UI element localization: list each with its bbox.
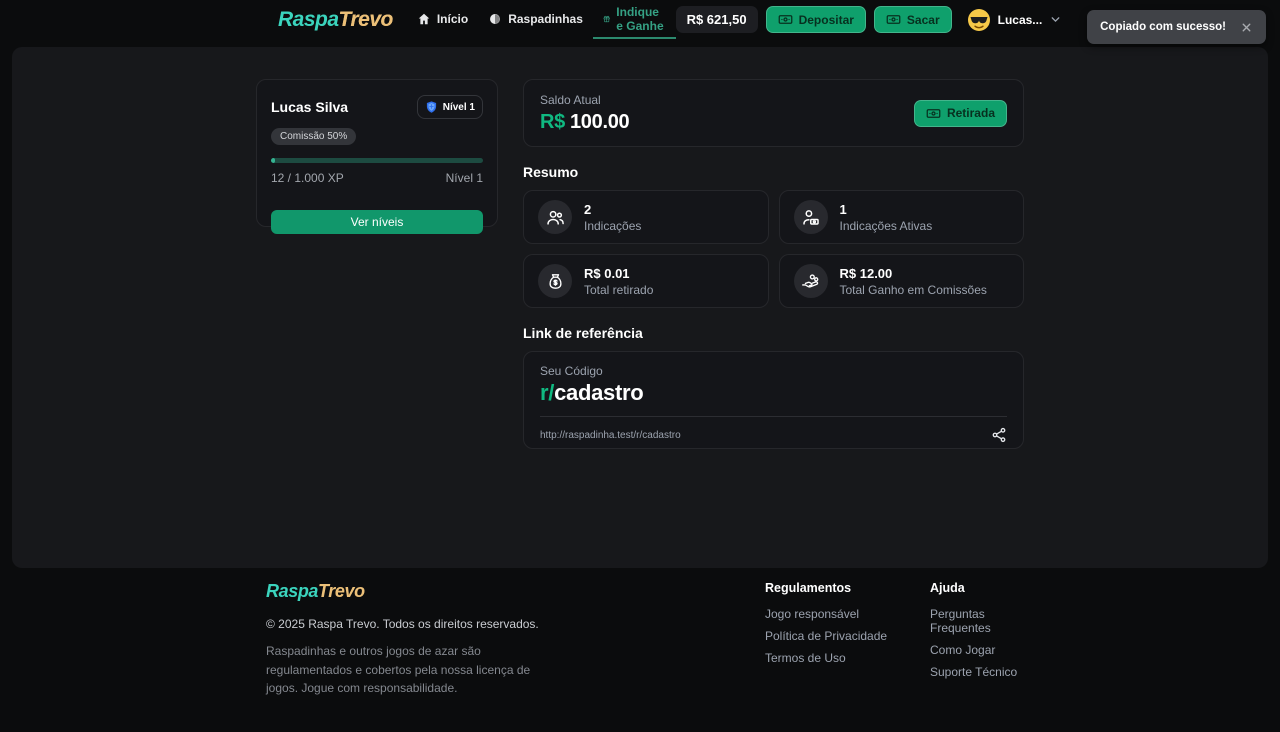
withdrawal-button[interactable]: Retirada [914,100,1007,127]
logo-part-trevo: Trevo [318,581,365,601]
home-icon [417,12,431,26]
stat-card-indicacoes: 2 Indicações [523,190,769,244]
footer-logo: RaspaTrevo [266,581,556,602]
referral-code-prefix: r/ [540,380,554,405]
deposit-button[interactable]: Depositar [766,6,866,33]
footer-link-termos-uso[interactable]: Termos de Uso [765,651,887,665]
toast-notification: Copiado com sucesso! [1087,10,1266,44]
main-panel: Lucas Silva Nível 1 Comissão 50% 12 / 1.… [12,47,1268,568]
withdraw-label: Sacar [907,13,940,27]
footer-link-como-jogar[interactable]: Como Jogar [930,643,1024,657]
footer-link-politica-privacidade[interactable]: Política de Privacidade [765,629,887,643]
nav-item-inicio[interactable]: Início [407,0,478,39]
wallet-balance: R$ 621,50 [676,6,758,33]
level-badge: Nível 1 [417,95,483,119]
xp-text: 12 / 1.000 XP [271,171,344,185]
referral-url: http://raspadinha.test/r/cadastro [540,430,681,441]
profile-card: Lucas Silva Nível 1 Comissão 50% 12 / 1.… [256,79,498,227]
logo-part-raspa: Raspa [266,581,318,601]
header-right-group: R$ 621,50 Depositar Sacar Lucas... [676,0,1063,39]
footer-column-title: Regulamentos [765,581,887,595]
right-column: Saldo Atual R$100.00 Retirada Resumo [523,79,1024,449]
coin-icon [488,12,502,26]
stats-grid: 2 Indicações 1 Indicações Ativas [523,190,1024,308]
brand-logo[interactable]: RaspaTrevo [278,0,393,39]
xp-progress-bar [271,158,483,163]
nav-label: Indique e Ganhe [616,5,665,33]
main-nav: Início Raspadinhas Indique e Ganhe [407,0,676,39]
summary-title: Resumo [523,164,1024,180]
deposit-label: Depositar [799,13,854,27]
referral-code: r/cadastro [540,380,1007,406]
stat-label: Indicações [584,219,641,233]
withdraw-button[interactable]: Sacar [874,6,952,33]
avatar [967,8,991,32]
referral-code-text: cadastro [554,380,643,405]
page-content: Lucas Silva Nível 1 Comissão 50% 12 / 1.… [256,79,1024,449]
stat-value: 1 [840,202,933,217]
nav-label: Raspadinhas [508,12,583,26]
banknote-icon [778,12,793,27]
footer: RaspaTrevo © 2025 Raspa Trevo. Todos os … [0,568,1280,732]
logo-part-raspa: Raspa [278,8,339,32]
money-bag-icon [546,272,565,291]
stat-value: R$ 12.00 [840,266,987,281]
stat-label: Indicações Ativas [840,219,933,233]
view-levels-button[interactable]: Ver níveis [271,210,483,234]
referral-code-label: Seu Código [540,364,1007,378]
banknote-icon [926,106,941,121]
level-text: Nível 1 [446,171,483,185]
banknote-icon [886,12,901,27]
footer-link-suporte-tecnico[interactable]: Suporte Técnico [930,665,1024,679]
stat-label: Total Ganho em Comissões [840,283,987,297]
user-menu[interactable]: Lucas... [967,8,1063,32]
shield-icon [425,100,438,114]
amount-value: 100.00 [570,111,629,133]
balance-amount: R$100.00 [540,111,629,134]
referral-card: Seu Código r/cadastro http://raspadinha.… [523,351,1024,449]
logo-part-trevo: Trevo [339,8,393,32]
toast-message: Copiado com sucesso! [1100,21,1226,33]
stat-card-total-comissoes: R$ 12.00 Total Ganho em Comissões [779,254,1025,308]
footer-column-ajuda: Ajuda Perguntas Frequentes Como Jogar Su… [930,581,1024,687]
divider [540,416,1007,417]
stat-card-indicacoes-ativas: 1 Indicações Ativas [779,190,1025,244]
stat-value: R$ 0.01 [584,266,653,281]
stat-label: Total retirado [584,283,653,297]
nav-label: Início [437,12,468,26]
footer-disclaimer: Raspadinhas e outros jogos de azar são r… [266,642,546,698]
nav-item-indique-e-ganhe[interactable]: Indique e Ganhe [593,0,676,39]
xp-progress-fill [271,158,275,163]
nav-item-raspadinhas[interactable]: Raspadinhas [478,0,593,39]
users-icon [546,208,565,227]
stat-value: 2 [584,202,641,217]
currency-symbol: R$ [540,111,565,133]
commission-badge: Comissão 50% [271,128,356,145]
close-icon[interactable] [1240,21,1253,34]
footer-column-regulamentos: Regulamentos Jogo responsável Política d… [765,581,887,673]
balance-label: Saldo Atual [540,93,629,107]
stat-card-total-retirado: R$ 0.01 Total retirado [523,254,769,308]
chevron-down-icon [1049,13,1062,26]
user-money-icon [801,208,820,227]
referral-title: Link de referência [523,325,1024,341]
footer-copyright: © 2025 Raspa Trevo. Todos os direitos re… [266,617,556,631]
user-name: Lucas... [998,13,1043,27]
profile-name: Lucas Silva [271,99,348,115]
balance-card: Saldo Atual R$100.00 Retirada [523,79,1024,147]
level-badge-label: Nível 1 [443,102,475,113]
gift-icon [603,12,610,26]
footer-column-title: Ajuda [930,581,1024,595]
withdrawal-label: Retirada [947,106,995,120]
share-icon[interactable] [991,427,1007,443]
hand-coins-icon [801,272,820,291]
footer-link-jogo-responsavel[interactable]: Jogo responsável [765,607,887,621]
footer-link-perguntas-frequentes[interactable]: Perguntas Frequentes [930,607,1024,635]
